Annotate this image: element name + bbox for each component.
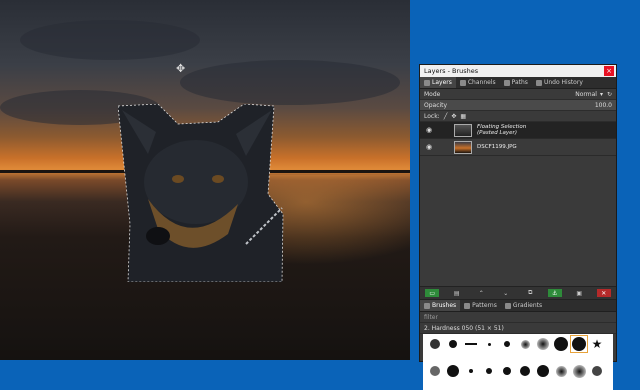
new-layer-button[interactable]: ▭ [425,289,440,297]
lock-pixels-icon[interactable]: ╱ [444,113,448,120]
lock-position-icon[interactable]: ✥ [451,113,456,120]
layer-thumbnail [454,140,472,154]
brush-name: 2. Hardness 050 (51 × 51) [424,324,504,332]
brush-item[interactable] [427,336,443,352]
image-canvas[interactable]: ✥ [0,0,410,360]
brush-item[interactable] [570,335,588,353]
brush-item[interactable] [517,363,533,379]
duplicate-layer-button[interactable]: ⧉ [523,289,537,297]
layers-icon [424,79,430,86]
layers-button-bar: ▭ ▤ ⌃ ⌄ ⧉ ⚓ ▣ ✕ [420,286,616,300]
layer-row-floating-selection[interactable]: ◉ Floating Selection (Pasted Layer) [420,122,616,139]
channels-icon [459,79,466,86]
opacity-label: Opacity [424,101,448,109]
tab-label: Gradients [512,302,543,309]
brush-item[interactable] [535,363,551,379]
layers-brushes-dock[interactable]: Layers - Brushes × Layers Channels Paths… [419,64,617,390]
tab-label: Brushes [432,302,457,309]
tab-label: Paths [511,79,528,86]
eye-icon[interactable]: ◉ [424,126,434,134]
brush-item[interactable] [553,336,569,352]
mode-select[interactable]: Normal [575,91,597,98]
tab-brushes[interactable]: Brushes [420,300,461,311]
mode-row: Mode Normal ▾ ↻ [420,89,616,100]
brush-item[interactable] [445,336,461,352]
brush-item[interactable] [481,336,497,352]
tab-undo-history[interactable]: Undo History [532,77,587,88]
gradients-icon [504,302,511,309]
tab-label: Undo History [543,79,583,86]
tab-label: Layers [432,79,452,86]
tab-layers[interactable]: Layers [420,77,456,88]
lower-layer-button[interactable]: ⌄ [499,289,513,297]
layers-tabbar: Layers Channels Paths Undo History [420,77,616,89]
opacity-value[interactable]: 100.0 [595,102,612,109]
brush-item[interactable] [499,336,515,352]
tab-gradients[interactable]: Gradients [501,300,546,311]
anchor-layer-button[interactable]: ⚓ [547,289,562,297]
layer-row-dscf1199[interactable]: ◉ DSCF1199.JPG [420,139,616,156]
layer-name: DSCF1199.JPG [477,144,517,150]
brush-item[interactable] [481,363,497,379]
tab-patterns[interactable]: Patterns [460,300,501,311]
mask-button[interactable]: ▣ [572,289,586,297]
tab-label: Channels [467,79,496,86]
brushes-tabbar: Brushes Patterns Gradients [420,300,616,312]
mode-label: Mode [424,90,441,98]
new-group-button[interactable]: ▤ [450,289,464,297]
reset-icon[interactable]: ↻ [607,91,612,98]
eye-icon[interactable]: ◉ [424,143,434,151]
brush-item[interactable] [463,363,479,379]
lock-row: Lock: ╱ ✥ ▦ [420,111,616,122]
brush-item[interactable] [571,363,587,379]
brush-item[interactable]: ★ [589,336,605,352]
paths-icon [503,79,510,86]
brush-grid[interactable]: ★ [423,334,613,390]
brushes-icon [424,302,430,309]
layer-thumbnail [454,123,472,137]
move-cursor-icon: ✥ [176,62,186,75]
brush-name-row: 2. Hardness 050 (51 × 51) [420,323,616,334]
brush-item[interactable] [445,363,461,379]
brush-item[interactable] [427,363,443,379]
filter-input[interactable]: filter [424,314,438,321]
opacity-row[interactable]: Opacity 100.0 [420,100,616,111]
tab-label: Patterns [472,302,497,309]
brush-item[interactable] [517,336,533,352]
brush-item[interactable] [463,336,479,352]
tab-paths[interactable]: Paths [500,77,532,88]
brush-item[interactable] [535,336,551,352]
lock-alpha-icon[interactable]: ▦ [460,113,466,120]
tab-channels[interactable]: Channels [456,77,500,88]
close-icon[interactable]: × [604,66,614,76]
brush-item[interactable] [553,363,569,379]
delete-layer-button[interactable]: ✕ [596,289,611,297]
lock-label: Lock: [424,112,440,120]
brush-item[interactable] [589,363,605,379]
chevron-down-icon[interactable]: ▾ [600,91,603,98]
floating-selection-dog[interactable] [118,104,284,282]
cloud [180,60,400,105]
layers-list-empty-area[interactable] [420,156,616,286]
patterns-icon [464,302,471,309]
dock-title: Layers - Brushes [424,67,479,75]
dock-titlebar[interactable]: Layers - Brushes × [420,65,616,77]
undo-icon [535,79,542,86]
layer-subname: (Pasted Layer) [477,130,517,136]
brush-item[interactable] [499,363,515,379]
cloud [20,20,200,60]
filter-row[interactable]: filter [420,312,616,323]
raise-layer-button[interactable]: ⌃ [474,289,488,297]
